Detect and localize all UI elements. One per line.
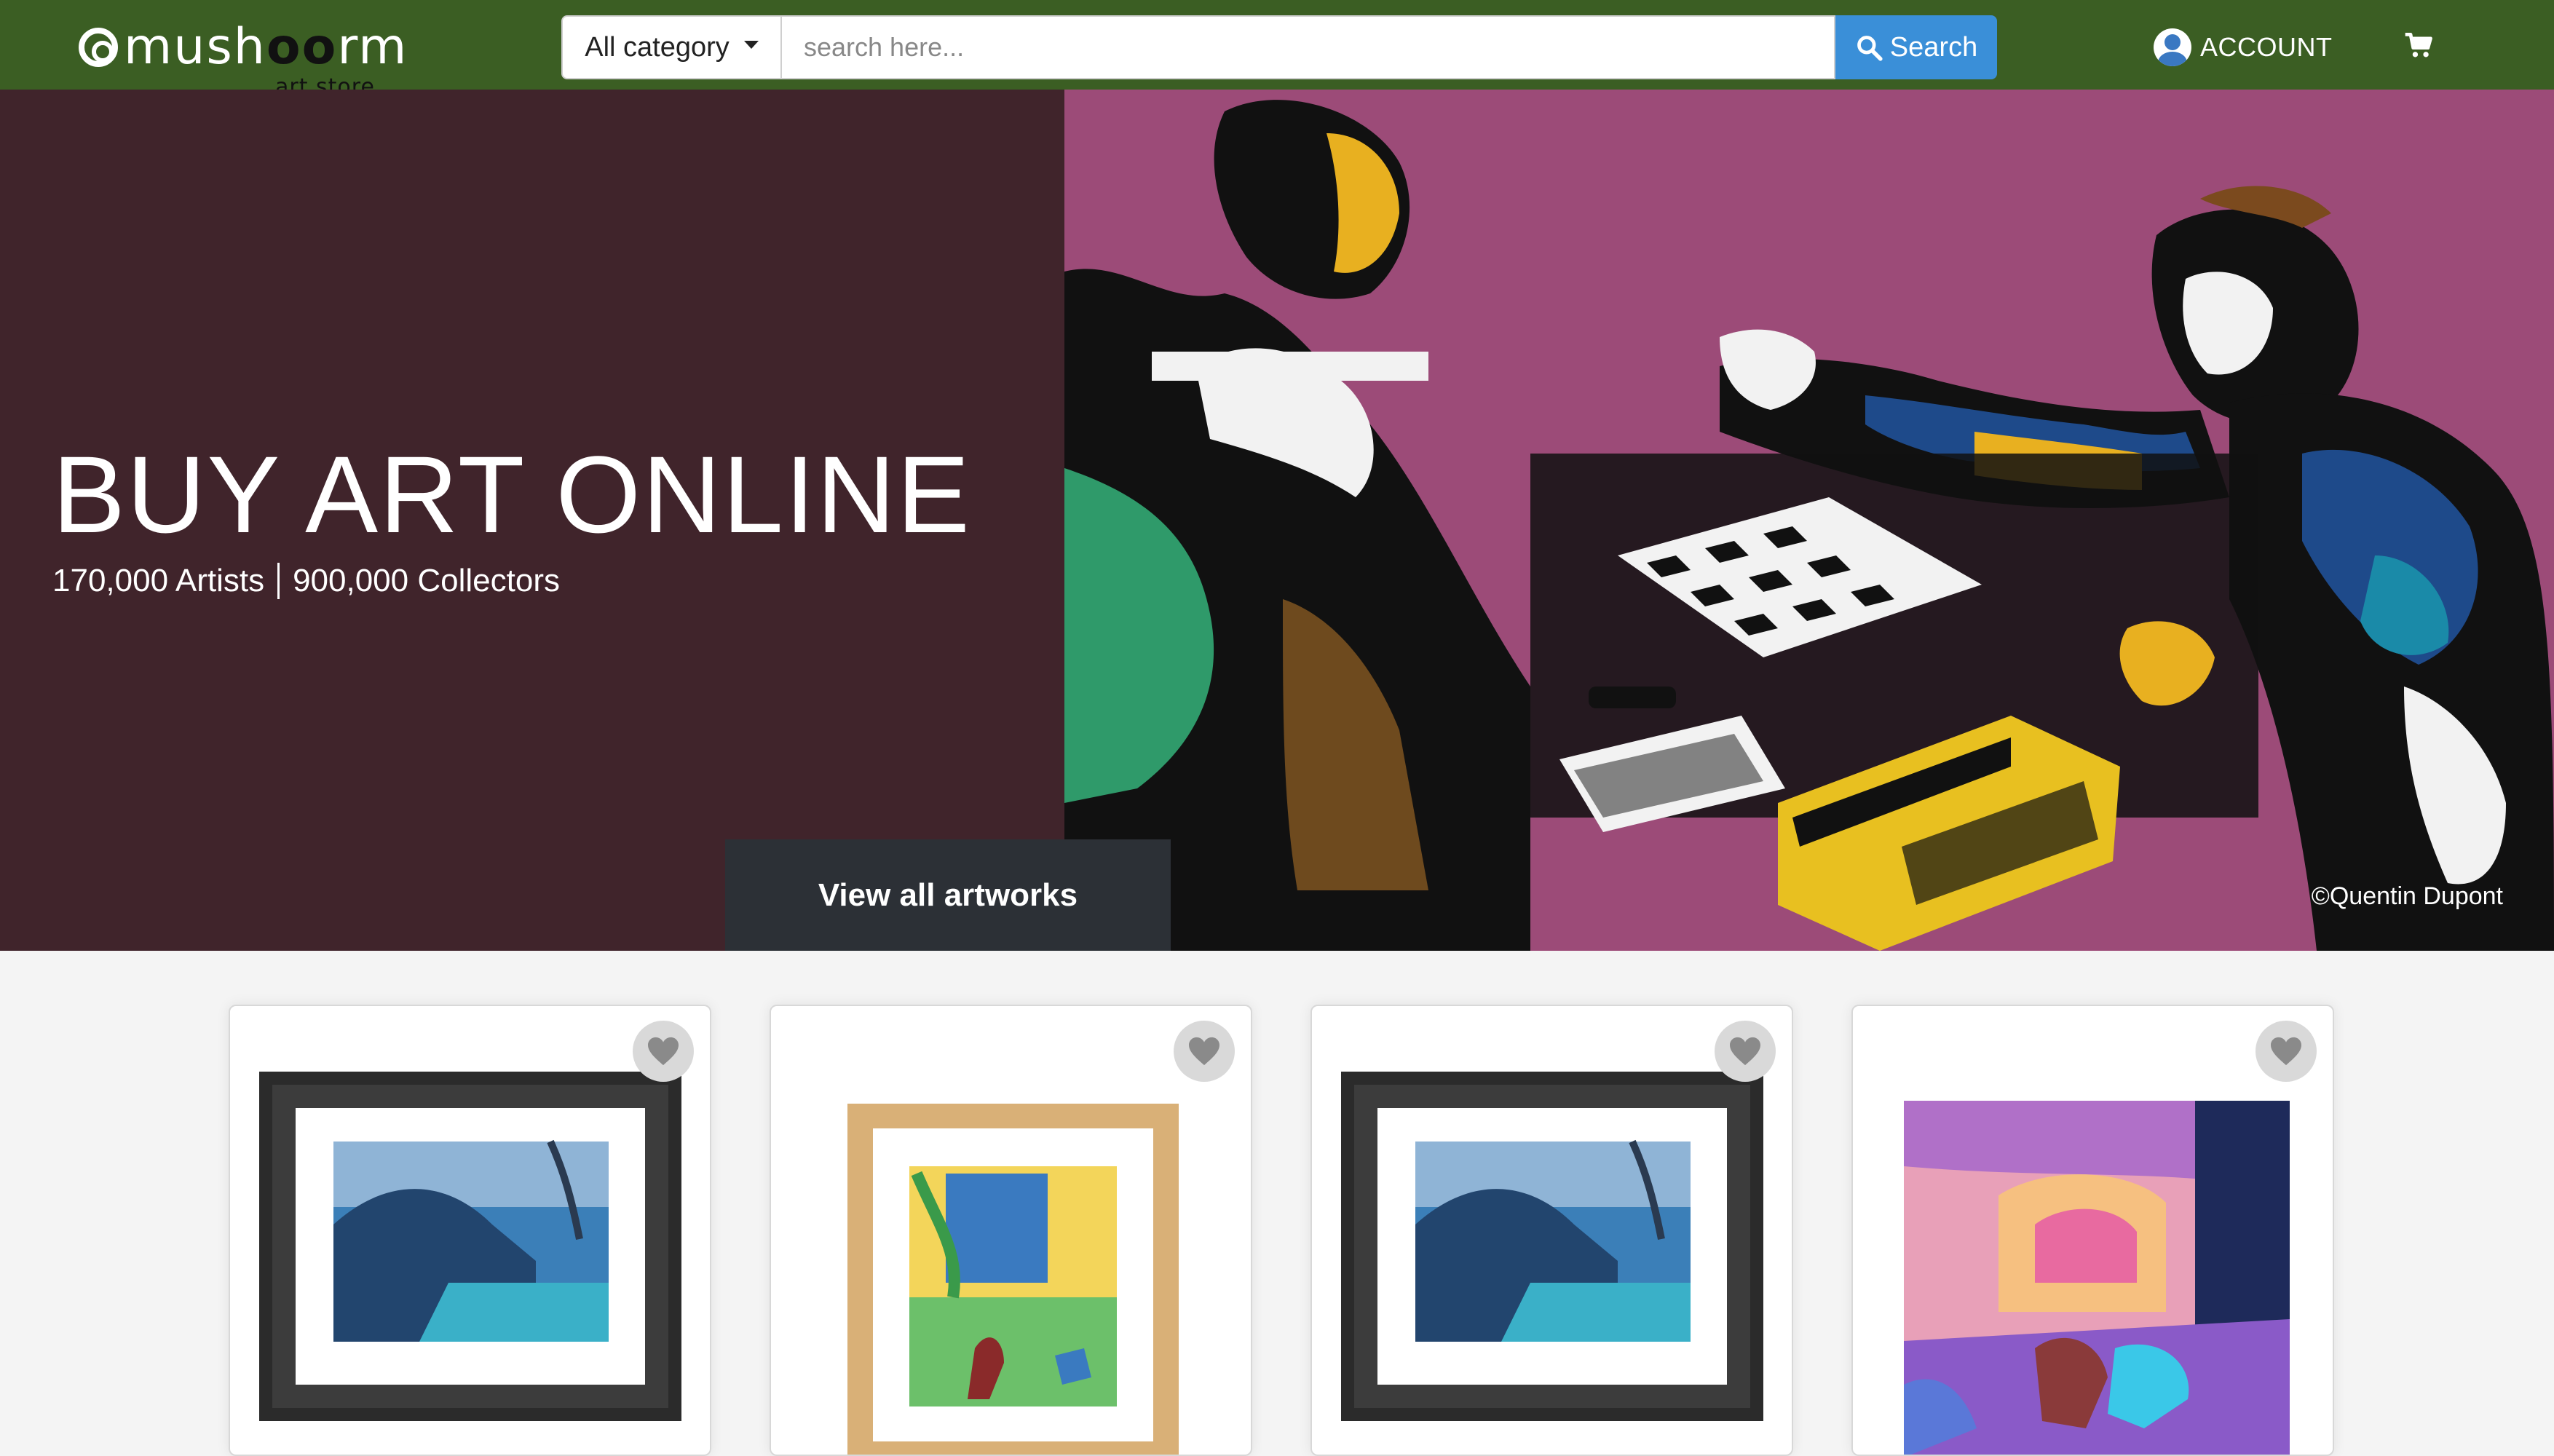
artwork-credit: ©Quentin Dupont — [2311, 882, 2503, 910]
hero-artwork-image: ©Quentin Dupont — [1064, 90, 2554, 951]
favorite-button[interactable] — [2255, 1021, 2317, 1082]
product-card[interactable] — [770, 1005, 1252, 1456]
search-button[interactable]: Search — [1835, 15, 1997, 79]
search-bar: All category Search — [561, 15, 1997, 79]
collectors-count: 900,000 Collectors — [293, 563, 560, 598]
artists-count: 170,000 Artists — [52, 563, 265, 598]
product-card[interactable] — [229, 1005, 711, 1456]
chess-players-painting — [1064, 90, 2554, 951]
search-icon — [1857, 36, 1883, 61]
hero-title: BUY ART ONLINE — [52, 433, 971, 555]
search-button-label: Search — [1889, 31, 1978, 63]
heart-icon — [1730, 1037, 1760, 1066]
search-input[interactable] — [782, 15, 1835, 79]
navbar: mushoorm art store All category Search A… — [0, 0, 2554, 100]
favorite-button[interactable] — [633, 1021, 694, 1082]
heart-icon — [648, 1037, 679, 1066]
view-all-artworks-button[interactable]: View all artworks — [725, 839, 1171, 951]
favorite-button[interactable] — [1174, 1021, 1235, 1082]
chevron-down-icon — [743, 40, 759, 49]
site-logo[interactable]: mushoorm art store — [79, 16, 408, 100]
product-card[interactable] — [1851, 1005, 2334, 1456]
product-grid — [0, 951, 2554, 1456]
account-label: ACCOUNT — [2200, 32, 2333, 62]
hero-stats: 170,000 Artists 900,000 Collectors — [52, 563, 560, 599]
stats-divider — [277, 563, 280, 599]
heart-icon — [1189, 1037, 1219, 1066]
framed-artwork-image — [259, 1072, 681, 1421]
artwork-print-image — [1871, 1028, 2317, 1455]
logo-icon — [79, 28, 118, 67]
hero-text-panel: BUY ART ONLINE 170,000 Artists 900,000 C… — [0, 90, 1064, 951]
framed-artwork-image — [1341, 1072, 1763, 1421]
favorite-button[interactable] — [1715, 1021, 1776, 1082]
account-icon — [2154, 28, 2191, 66]
cart-icon[interactable] — [2403, 29, 2435, 61]
category-label: All category — [585, 31, 730, 63]
hero-banner: BUY ART ONLINE 170,000 Artists 900,000 C… — [0, 90, 2554, 951]
account-link[interactable]: ACCOUNT — [2154, 27, 2333, 68]
framed-artwork-image — [847, 1104, 1179, 1455]
product-card[interactable] — [1310, 1005, 1793, 1456]
category-dropdown[interactable]: All category — [561, 15, 782, 79]
heart-icon — [2271, 1037, 2301, 1066]
